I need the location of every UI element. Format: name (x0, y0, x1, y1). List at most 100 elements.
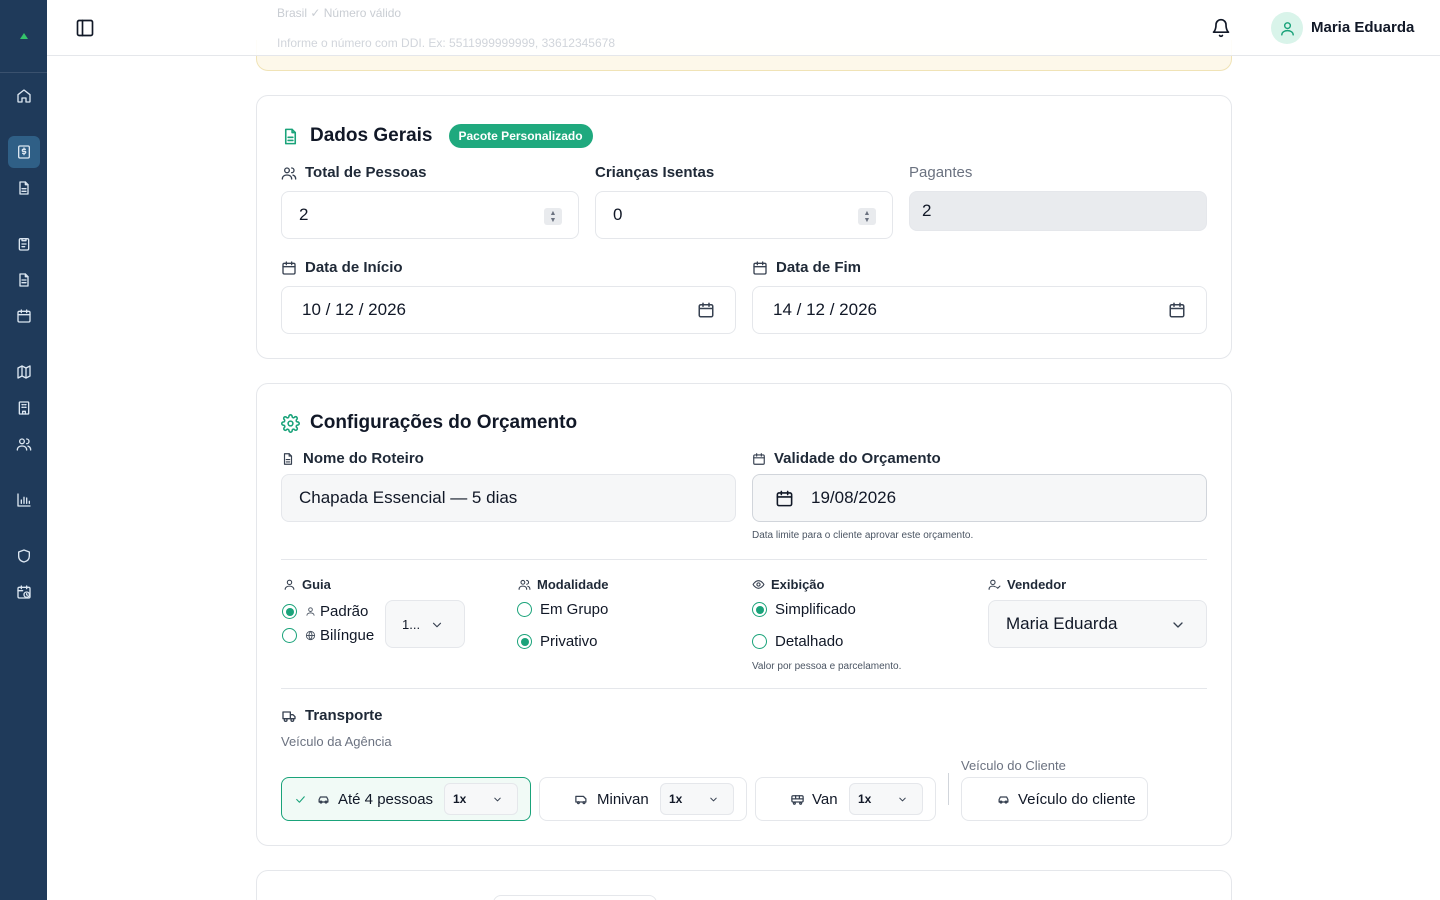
exibicao-option-simplificado[interactable]: Simplificado (752, 601, 856, 618)
vehicle-option-cliente[interactable]: Veículo do cliente (961, 777, 1148, 821)
chevron-down-icon (1173, 622, 1183, 628)
guia-option-padrao[interactable]: Padrão (282, 603, 368, 620)
modalidade-option-privativo[interactable]: Privativo (517, 633, 598, 650)
avatar[interactable] (1271, 12, 1303, 44)
gear-icon (281, 413, 300, 433)
sidebar-item-files[interactable] (8, 264, 40, 296)
logo[interactable] (0, 0, 47, 73)
sidebar-item-map[interactable] (8, 356, 40, 388)
map-icon (17, 365, 31, 379)
total-pessoas-label: Total de Pessoas (281, 164, 426, 181)
sidebar-item-clipboard[interactable] (8, 228, 40, 260)
number-stepper[interactable]: ▲ ▼ (544, 208, 562, 225)
select-value: 1x (858, 792, 872, 806)
check-icon (296, 796, 305, 803)
vehicle-option-minivan[interactable]: Minivan 1x (539, 777, 747, 821)
select-value: 1x (453, 792, 467, 806)
sidebar-item-documents[interactable] (8, 172, 40, 204)
nome-roteiro-input[interactable]: Chapada Essencial — 5 dias (281, 474, 736, 522)
van-icon (575, 795, 587, 805)
label-text: Vendedor (1007, 577, 1067, 592)
radio-button[interactable] (752, 634, 767, 649)
card-title: Configurações do Orçamento (310, 412, 578, 433)
document-icon (284, 128, 297, 144)
notifications-button[interactable] (1209, 16, 1233, 40)
veiculo-agencia-label: Veículo da Agência (281, 734, 392, 749)
input-value: 2 (299, 205, 309, 224)
criancas-isentas-input[interactable]: 0 ▲ ▼ (595, 191, 893, 239)
guia-quantity-select[interactable]: 1... (385, 600, 465, 648)
vehicle-quantity-select[interactable]: 1x (660, 783, 734, 815)
vehicle-quantity-select[interactable]: 1x (444, 783, 518, 815)
label-text: Guia (302, 577, 331, 592)
radio-button[interactable] (517, 634, 532, 649)
nome-roteiro-label: Nome do Roteiro (281, 450, 424, 467)
radio-button[interactable] (282, 628, 297, 643)
file-icon (19, 273, 29, 287)
vehicle-option-van[interactable]: Van 1x (755, 777, 936, 821)
vendedor-select[interactable]: Maria Eduarda (988, 600, 1207, 648)
sidebar-item-security[interactable] (8, 540, 40, 572)
label-text: Exibição (771, 577, 825, 592)
radio-button[interactable] (517, 602, 532, 617)
validade-input[interactable]: 19/08/2026 (752, 474, 1207, 522)
data-inicio-input[interactable]: 10 / 12 / 2026 (281, 286, 736, 334)
sidebar-item-schedule[interactable] (8, 576, 40, 608)
tab-switcher[interactable] (493, 895, 657, 900)
vehicle-separator (948, 773, 949, 805)
criancas-isentas-label: Crianças Isentas (595, 164, 714, 181)
clipboard-icon (18, 238, 30, 251)
transporte-label: Transporte (281, 707, 383, 724)
logo-mark-icon (20, 33, 28, 39)
document-icon (19, 181, 29, 195)
modalidade-option-grupo[interactable]: Em Grupo (517, 601, 608, 618)
data-fim-input[interactable]: 14 / 12 / 2026 (752, 286, 1207, 334)
label-text: Validade do Orçamento (774, 450, 941, 467)
date-picker-button[interactable] (697, 301, 715, 319)
topbar: Brasil ✓ Número válido Informe o número … (47, 0, 1440, 56)
users-icon (16, 438, 32, 451)
exibicao-option-detalhado[interactable]: Detalhado (752, 633, 843, 650)
vehicle-quantity-select[interactable]: 1x (849, 783, 923, 815)
divider (281, 559, 1207, 560)
sidebar-item-budgets[interactable] (8, 136, 40, 168)
sidebar-item-calendar[interactable] (8, 300, 40, 332)
sidebar-item-building[interactable] (8, 392, 40, 424)
divider (281, 688, 1207, 689)
sidebar-item-users[interactable] (8, 428, 40, 460)
calendar-icon (753, 452, 765, 465)
validade-hint: Data limite para o cliente aprovar este … (752, 530, 974, 541)
veiculo-cliente-label: Veículo do Cliente (961, 758, 1066, 773)
vehicle-option-ate-4[interactable]: Até 4 pessoas 1x (281, 777, 531, 821)
vehicle-label: Van (812, 791, 838, 808)
pagantes-label: Pagantes (909, 164, 972, 181)
sidebar-item-reports[interactable] (8, 484, 40, 516)
calendar-clock-icon (17, 585, 31, 599)
total-pessoas-input[interactable]: 2 ▲ ▼ (281, 191, 579, 239)
car-icon (998, 796, 1009, 804)
input-value: 10 / 12 / 2026 (302, 300, 406, 319)
bus-icon (791, 795, 804, 805)
select-value: Maria Eduarda (1006, 614, 1118, 633)
sidebar-item-home[interactable] (8, 80, 40, 112)
sidebar-toggle-button[interactable] (73, 16, 97, 40)
label-text: Data de Início (305, 259, 403, 276)
user-check-icon (988, 579, 1001, 590)
date-picker-button[interactable] (1168, 301, 1186, 319)
shield-icon (18, 549, 30, 563)
chart-icon (17, 493, 31, 507)
sidebar (0, 0, 47, 900)
number-stepper[interactable]: ▲ ▼ (858, 208, 876, 225)
label-text: Data de Fim (776, 259, 862, 276)
user-name[interactable]: Maria Eduarda (1311, 19, 1414, 36)
radio-button[interactable] (752, 602, 767, 617)
radio-button[interactable] (282, 604, 297, 619)
budget-icon (18, 145, 30, 159)
label-text: Crianças Isentas (595, 164, 715, 181)
calendar-icon (17, 309, 31, 323)
configuracoes-card: Configurações do Orçamento Nome do Rotei… (256, 383, 1232, 846)
vehicle-label: Até 4 pessoas (338, 791, 434, 808)
radio-label: Simplificado (775, 601, 856, 618)
user-icon (1280, 21, 1294, 36)
guia-option-bilingue[interactable]: Bilíngue (282, 627, 374, 644)
